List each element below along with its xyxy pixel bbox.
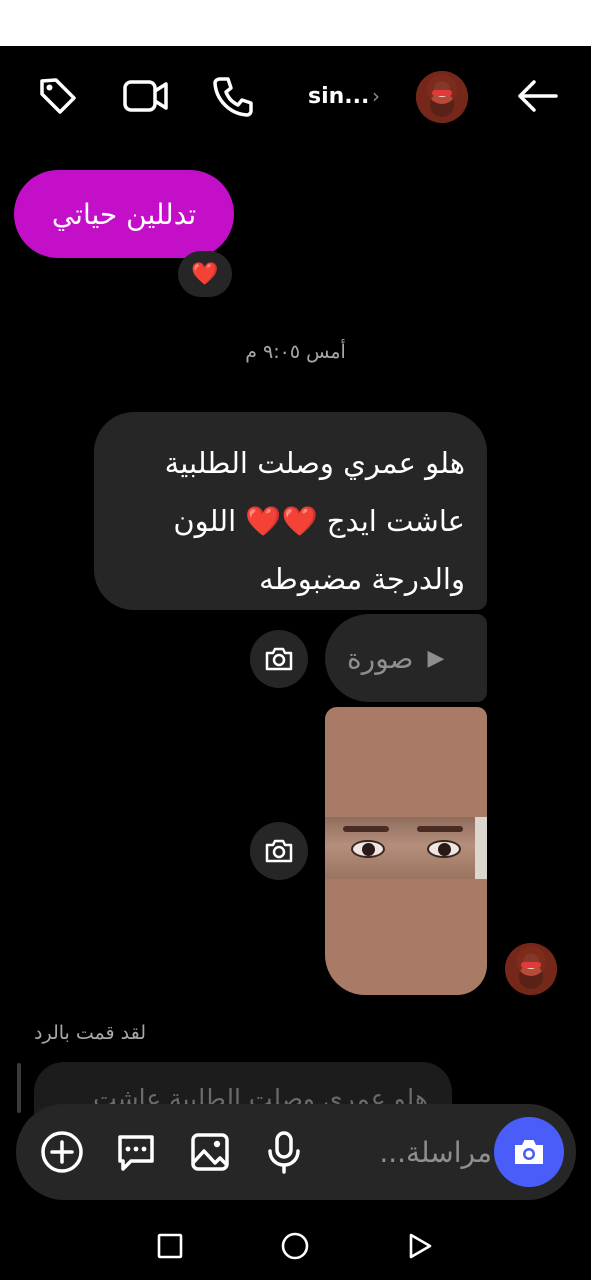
camera-button[interactable] bbox=[494, 1117, 564, 1187]
photo-message-image[interactable] bbox=[325, 707, 487, 995]
chat-header: sin... › bbox=[0, 46, 591, 150]
photo-label: صورة bbox=[347, 641, 414, 675]
gallery-icon[interactable] bbox=[186, 1128, 234, 1176]
photo-message-bubble[interactable]: ▶ صورة bbox=[325, 614, 487, 702]
message-input[interactable] bbox=[352, 1128, 492, 1176]
home-icon[interactable] bbox=[271, 1222, 319, 1270]
camera-reply-button[interactable] bbox=[250, 630, 308, 688]
camera-icon bbox=[265, 839, 293, 863]
received-message-bubble[interactable]: تدللين حياتي bbox=[14, 170, 234, 258]
contact-avatar[interactable] bbox=[416, 71, 468, 123]
play-icon: ▶ bbox=[427, 645, 445, 671]
message-composer bbox=[16, 1104, 576, 1200]
back-arrow-icon[interactable] bbox=[514, 72, 562, 120]
heart-reaction[interactable]: ❤️ bbox=[178, 251, 232, 297]
back-icon[interactable] bbox=[396, 1222, 444, 1270]
tag-icon[interactable] bbox=[34, 72, 82, 120]
contact-name[interactable]: sin... bbox=[308, 84, 369, 109]
camera-icon bbox=[265, 647, 293, 671]
video-call-icon[interactable] bbox=[122, 72, 170, 120]
system-navigation-bar bbox=[0, 1212, 591, 1280]
message-timestamp: أمس ٩:٠٥ م bbox=[245, 341, 346, 363]
reply-indicator bbox=[17, 1063, 21, 1113]
camera-icon bbox=[515, 1140, 543, 1164]
phone-icon[interactable] bbox=[210, 72, 258, 120]
microphone-icon[interactable] bbox=[260, 1128, 308, 1176]
sender-avatar[interactable] bbox=[505, 943, 557, 995]
chevron-right-icon: › bbox=[372, 84, 380, 108]
sent-message-bubble[interactable]: هلو عمري وصلت الطلبية عاشت ايدج ❤️❤️ الل… bbox=[94, 412, 487, 610]
recent-apps-icon[interactable] bbox=[146, 1222, 194, 1270]
status-bar bbox=[0, 0, 591, 46]
camera-reply-button[interactable] bbox=[250, 822, 308, 880]
sticker-icon[interactable] bbox=[112, 1128, 160, 1176]
reply-label: لقد قمت بالرد bbox=[34, 1022, 146, 1044]
add-icon[interactable] bbox=[38, 1128, 86, 1176]
